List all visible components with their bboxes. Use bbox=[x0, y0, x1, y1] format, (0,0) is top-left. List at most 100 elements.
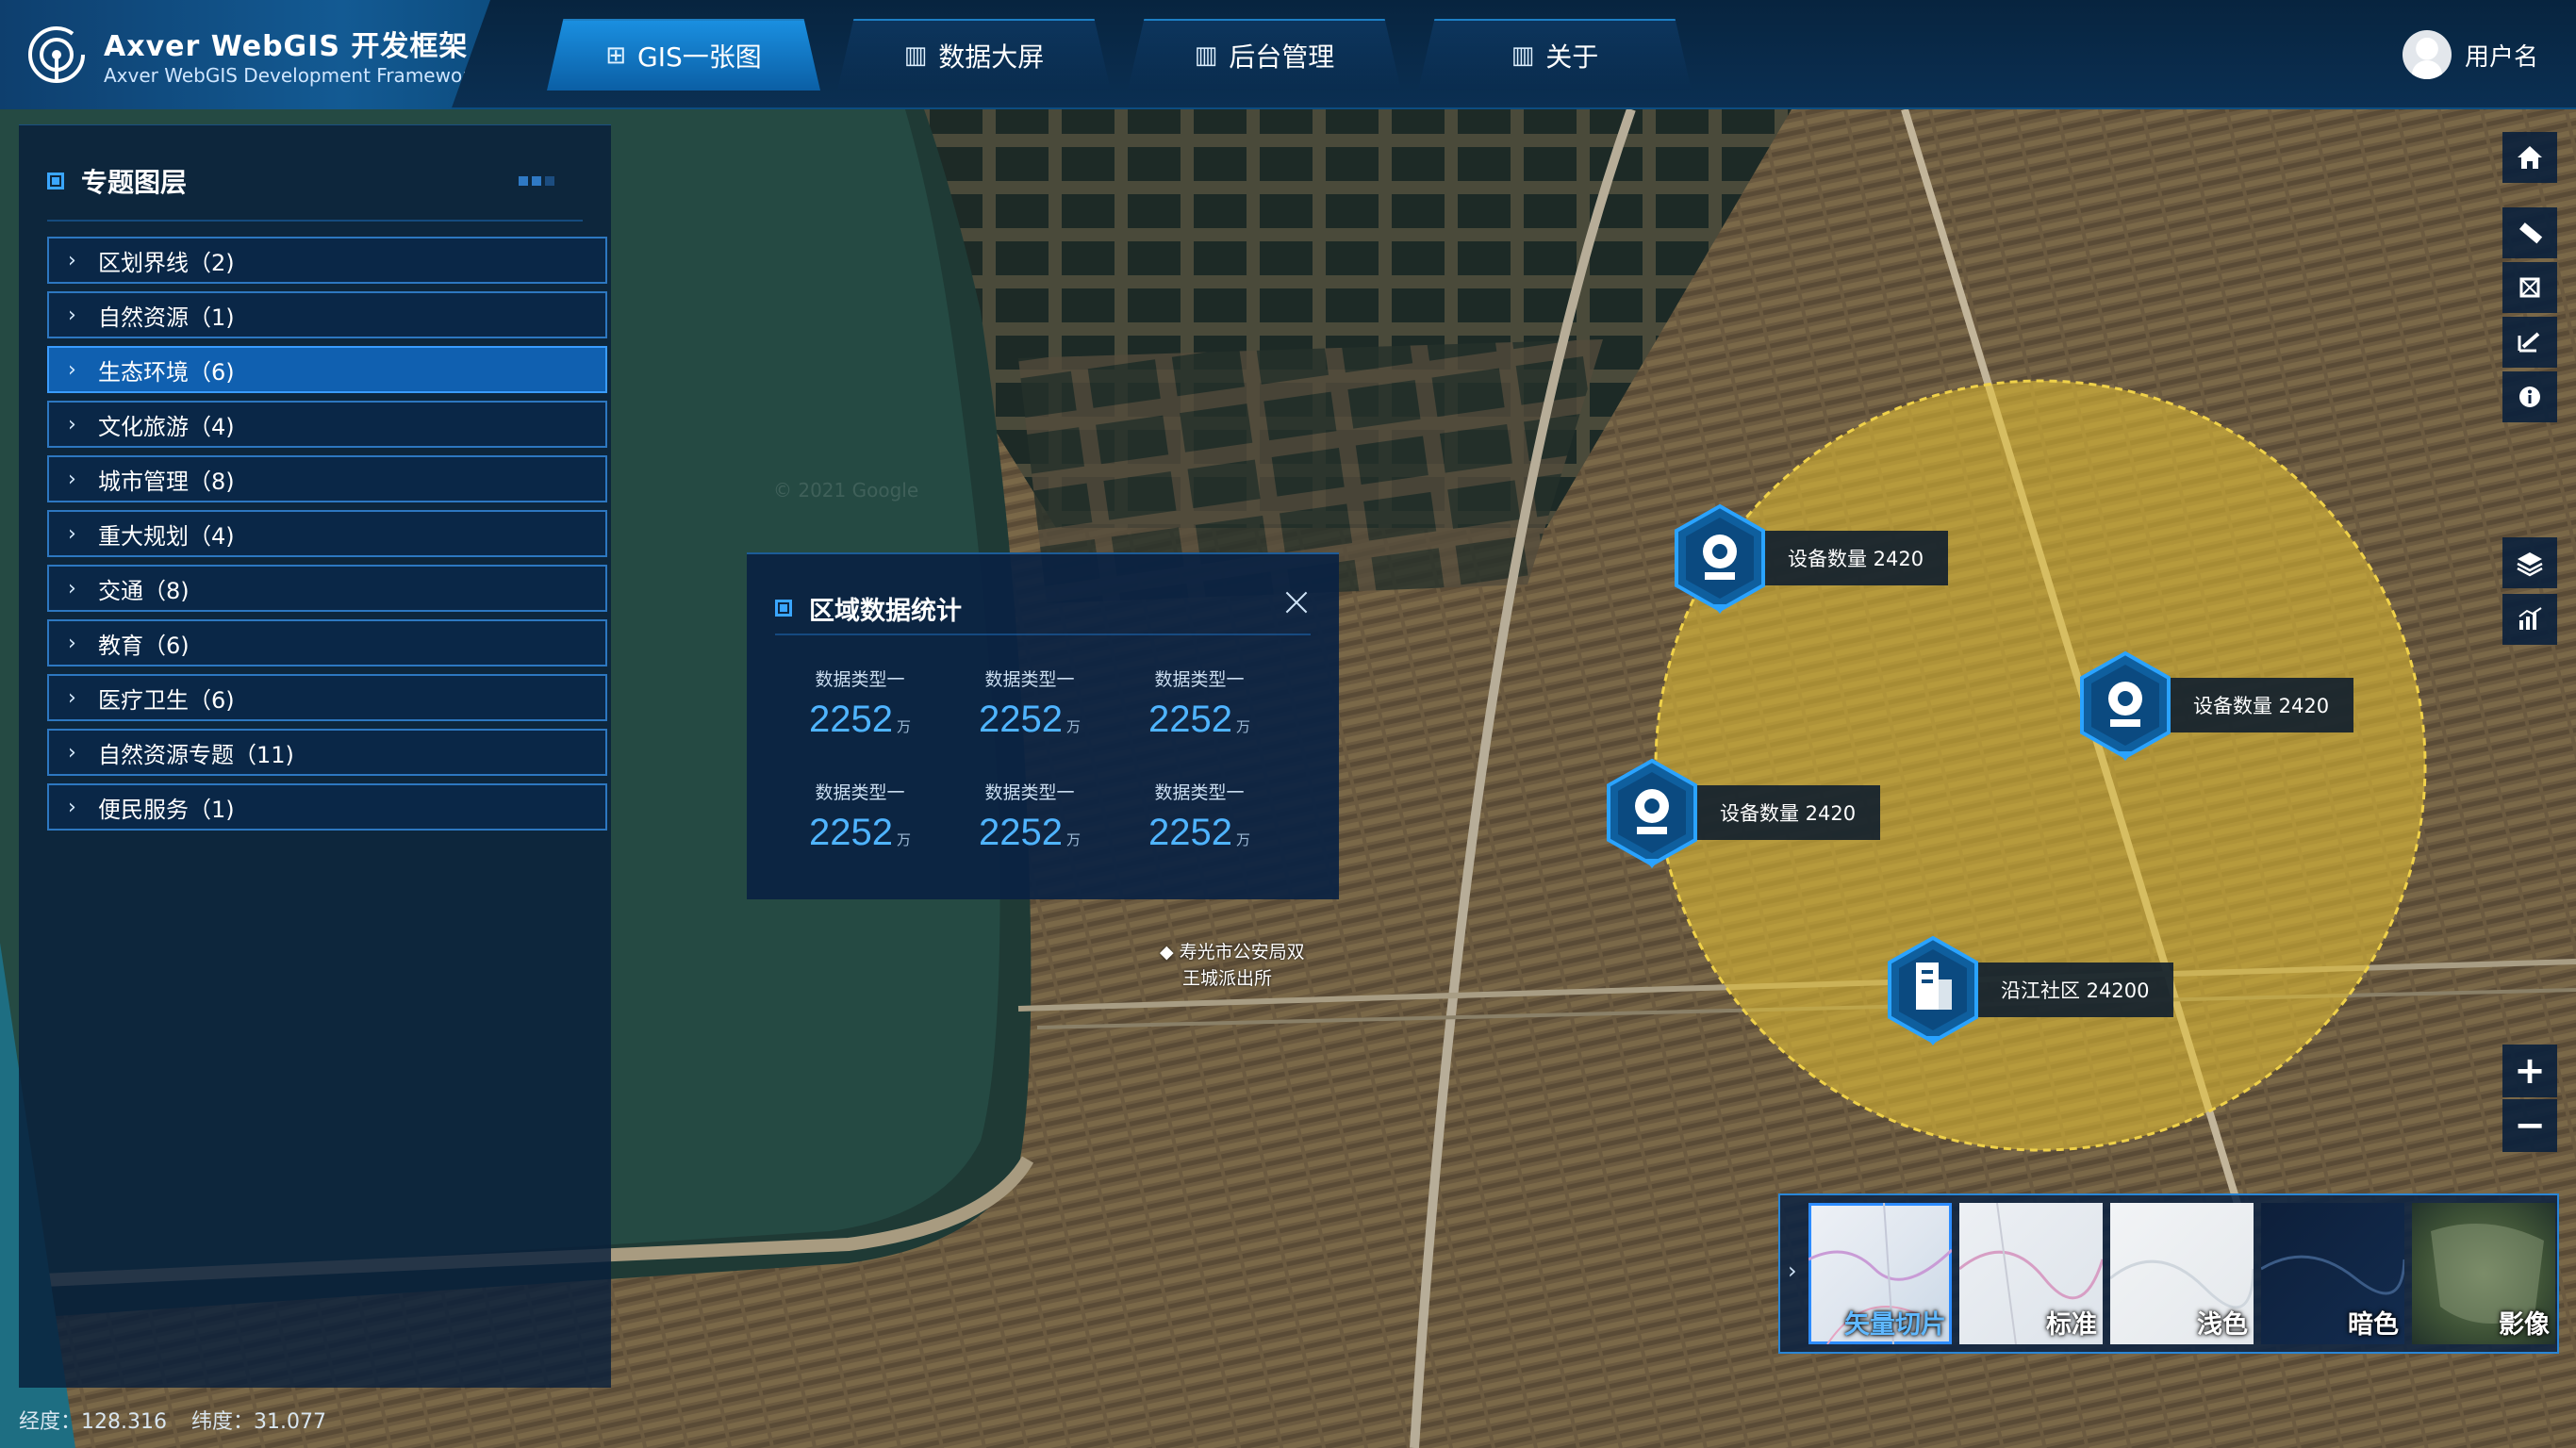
chart-icon: ▥ bbox=[1194, 41, 1218, 70]
layer-item[interactable]: › 文化旅游（4) bbox=[47, 401, 607, 448]
target-icon bbox=[28, 26, 85, 83]
basemap-vector-tiles[interactable]: 矢量切片 bbox=[1808, 1203, 1952, 1344]
stat-cell: 数据类型一 2252 万 bbox=[775, 666, 945, 741]
layers-button[interactable] bbox=[2502, 537, 2557, 588]
marker-label: 设备数量 2420 bbox=[2167, 678, 2354, 732]
layer-label: 自然资源（1) bbox=[98, 304, 235, 331]
stat-unit: 万 bbox=[896, 831, 911, 848]
basemap-dark[interactable]: 暗色 bbox=[2261, 1203, 2404, 1344]
layer-item[interactable]: › 教育（6) bbox=[47, 619, 607, 666]
marker-label: 沿江社区 24200 bbox=[1974, 963, 2174, 1017]
chevron-right-icon: › bbox=[68, 631, 76, 655]
avatar[interactable] bbox=[2402, 30, 2452, 79]
user-name[interactable]: 用户名 bbox=[2465, 38, 2538, 73]
panel-dots-icon bbox=[519, 176, 554, 186]
layer-item[interactable]: › 医疗卫生（6) bbox=[47, 674, 607, 721]
stat-cell: 数据类型一 2252 万 bbox=[775, 779, 945, 854]
chevron-right-icon: › bbox=[68, 685, 76, 710]
panel-title: 专题图层 bbox=[81, 167, 188, 198]
statistics-button[interactable] bbox=[2502, 594, 2557, 645]
community-marker[interactable]: 沿江社区 24200 bbox=[1884, 935, 2174, 1045]
layer-label: 自然资源专题（11) bbox=[98, 741, 294, 768]
layer-item[interactable]: › 交通（8) bbox=[47, 565, 607, 612]
home-icon bbox=[2518, 146, 2542, 169]
chevron-right-icon: › bbox=[68, 303, 76, 327]
draw-icon bbox=[2518, 332, 2540, 353]
measure-distance-button[interactable] bbox=[2502, 207, 2557, 258]
place-label: ◆ 寿光市公安局双 王城派出所 bbox=[1160, 939, 1305, 992]
coordinate-readout: 经度：128.316 纬度：31.077 bbox=[19, 1405, 326, 1435]
top-header: Axver WebGIS 开发框架 Axver WebGIS Developme… bbox=[0, 0, 2576, 109]
stat-cell: 数据类型一 2252 万 bbox=[1115, 666, 1284, 741]
layer-item[interactable]: › 城市管理（8) bbox=[47, 455, 607, 502]
region-stats-popup: 区域数据统计 数据类型一 2252 万 数据类型一 2252 万 数据类型一 225… bbox=[747, 552, 1339, 899]
building-icon bbox=[1888, 935, 1978, 1045]
basemap-switcher: › 矢量切片 标准 浅色 暗色 影像 bbox=[1778, 1193, 2559, 1354]
square-bullet-icon bbox=[47, 173, 64, 189]
layer-label: 便民服务（1) bbox=[98, 796, 235, 823]
basemap-imagery[interactable]: 影像 bbox=[2412, 1203, 2555, 1344]
basemap-label: 暗色 bbox=[2348, 1310, 2399, 1340]
stat-label: 数据类型一 bbox=[984, 669, 1075, 690]
layer-label: 重大规划（4) bbox=[98, 522, 235, 550]
stat-unit: 万 bbox=[1065, 718, 1081, 735]
tab-about[interactable]: ▥ 关于 bbox=[1418, 19, 1692, 90]
basemap-light[interactable]: 浅色 bbox=[2110, 1203, 2254, 1344]
chevron-right-icon: › bbox=[68, 521, 76, 546]
layer-item[interactable]: › 区划界线（2) bbox=[47, 237, 607, 284]
stat-label: 数据类型一 bbox=[984, 782, 1075, 803]
basemap-label: 影像 bbox=[2499, 1310, 2550, 1340]
tab-label: 后台管理 bbox=[1229, 41, 1335, 73]
tab-admin[interactable]: ▥ 后台管理 bbox=[1128, 19, 1401, 90]
latitude-label: 纬度： bbox=[191, 1410, 255, 1434]
zoom-out-button[interactable]: − bbox=[2502, 1099, 2557, 1152]
stat-label: 数据类型一 bbox=[815, 669, 905, 690]
measure-area-button[interactable] bbox=[2502, 262, 2557, 313]
chart-icon bbox=[2518, 607, 2542, 630]
chevron-right-icon: › bbox=[68, 248, 76, 272]
layer-label: 生态环境（6) bbox=[98, 358, 235, 386]
zoom-in-button[interactable]: + bbox=[2502, 1045, 2557, 1097]
stat-value: 2252 bbox=[979, 812, 1063, 853]
basemap-standard[interactable]: 标准 bbox=[1959, 1203, 2103, 1344]
tab-data-screen[interactable]: ▥ 数据大屏 bbox=[837, 19, 1111, 90]
device-marker[interactable]: 设备数量 2420 bbox=[1671, 503, 1949, 614]
stat-cell: 数据类型一 2252 万 bbox=[945, 666, 1115, 741]
chevron-right-icon[interactable]: › bbox=[1788, 1258, 1797, 1284]
info-button[interactable] bbox=[2502, 371, 2557, 422]
device-marker[interactable]: 设备数量 2420 bbox=[2076, 650, 2354, 761]
tab-gis-map[interactable]: ⊞ GIS一张图 bbox=[547, 19, 820, 90]
chevron-right-icon: › bbox=[68, 795, 76, 819]
layer-item[interactable]: › 重大规划（4) bbox=[47, 510, 607, 557]
layer-item[interactable]: › 自然资源（1) bbox=[47, 291, 607, 338]
layer-item[interactable]: › 便民服务（1) bbox=[47, 783, 607, 831]
popup-title: 区域数据统计 bbox=[809, 596, 962, 626]
chevron-right-icon: › bbox=[68, 576, 76, 601]
layers-panel: 专题图层 › 区划界线（2) › 自然资源（1) › 生态环境（6) › 文化旅游（4)… bbox=[19, 124, 611, 1388]
layer-label: 医疗卫生（6) bbox=[98, 686, 235, 714]
layer-label: 城市管理（8) bbox=[98, 468, 235, 495]
draw-button[interactable] bbox=[2502, 317, 2557, 368]
app-title: Axver WebGIS 开发框架 bbox=[104, 30, 469, 63]
stat-cell: 数据类型一 2252 万 bbox=[945, 779, 1115, 854]
stat-value: 2252 bbox=[1148, 812, 1232, 853]
camera-icon bbox=[1675, 503, 1765, 614]
brand-area: Axver WebGIS 开发框架 Axver WebGIS Developme… bbox=[0, 0, 490, 109]
home-button[interactable] bbox=[2502, 132, 2557, 183]
stat-cell: 数据类型一 2252 万 bbox=[1115, 779, 1284, 854]
close-icon[interactable] bbox=[1282, 588, 1311, 617]
device-marker[interactable]: 设备数量 2420 bbox=[1603, 758, 1881, 868]
stat-value: 2252 bbox=[1148, 699, 1232, 740]
layers-icon bbox=[2517, 552, 2543, 577]
marker-label: 设备数量 2420 bbox=[1761, 531, 1949, 585]
longitude-readout: 经度：128.316 bbox=[19, 1405, 167, 1435]
user-menu[interactable]: 用户名 bbox=[2402, 28, 2538, 81]
layer-item-selected[interactable]: › 生态环境（6) bbox=[47, 346, 607, 393]
app-subtitle: Axver WebGIS Development Framework bbox=[104, 64, 481, 87]
pin-icon: ◆ bbox=[1160, 942, 1180, 963]
layer-item[interactable]: › 自然资源专题（11) bbox=[47, 729, 607, 776]
layer-label: 文化旅游（4) bbox=[98, 413, 235, 440]
chevron-right-icon: › bbox=[68, 357, 76, 382]
latitude-readout: 纬度：31.077 bbox=[191, 1405, 326, 1435]
stat-unit: 万 bbox=[896, 718, 911, 735]
